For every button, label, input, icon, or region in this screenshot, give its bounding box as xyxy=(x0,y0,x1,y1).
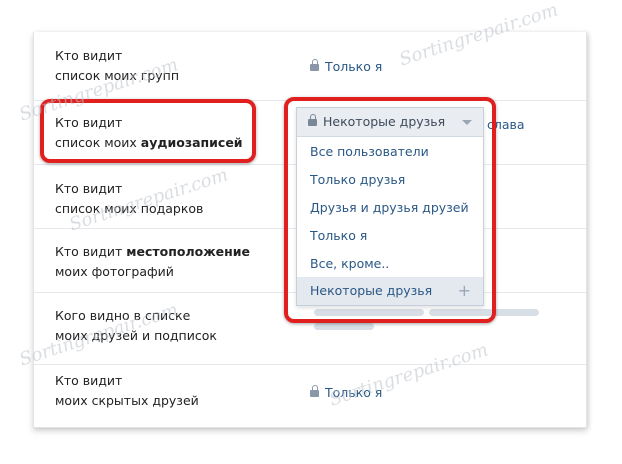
setting-row-hidden-friends: Кто видит моих скрытых друзей Только я xyxy=(34,364,586,427)
lock-icon xyxy=(310,385,319,397)
setting-label: Кто видит моих скрытых друзей xyxy=(55,373,199,408)
highlight-callout-label xyxy=(40,99,256,163)
highlight-callout-dropdown xyxy=(284,97,496,323)
blurred-value xyxy=(314,323,374,330)
setting-label: Кто видит список моих подарков xyxy=(55,181,204,216)
setting-label: Кого видно в списке моих друзей и подпис… xyxy=(55,308,217,343)
lock-icon xyxy=(310,59,319,71)
setting-label: Кто видит список моих групп xyxy=(55,48,180,83)
privacy-value-link[interactable]: Только я xyxy=(310,384,382,402)
setting-label: Кто видит местоположение моих фотографий xyxy=(55,244,250,279)
setting-row-groups: Кто видит список моих групп Только я xyxy=(34,32,586,100)
privacy-value-link[interactable]: Только я xyxy=(310,58,382,76)
